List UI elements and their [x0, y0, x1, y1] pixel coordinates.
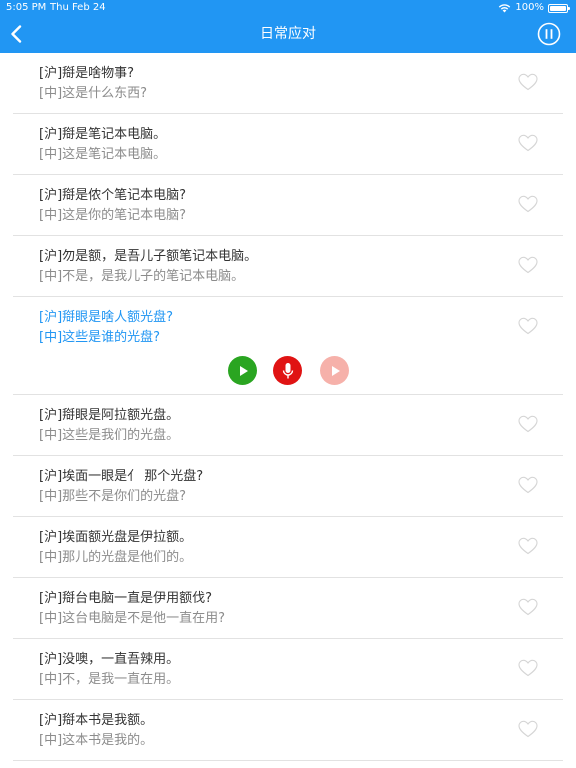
- shanghainese-text: [沪]埃面额光盘是伊拉额。: [39, 530, 193, 545]
- phrase-list: [沪]搿是啥物事? [中]这是什么东西? [沪]搿是笔记本电脑。 [中]这是笔记…: [0, 53, 576, 761]
- microphone-icon: [282, 362, 293, 378]
- wifi-icon: [499, 4, 511, 13]
- heart-icon[interactable]: [518, 73, 538, 91]
- pause-icon[interactable]: [537, 22, 561, 46]
- phrase-row[interactable]: [沪]勿是额，是吾儿子额笔记本电脑。 [中]不是，是我儿子的笔记本电脑。: [13, 236, 563, 297]
- heart-icon[interactable]: [518, 659, 538, 677]
- status-date: Thu Feb 24: [50, 2, 106, 13]
- battery-icon: [548, 3, 570, 13]
- play-icon: [331, 365, 340, 376]
- phrase-row[interactable]: [沪]没噢，一直吾辣用。 [中]不，是我一直在用。: [13, 639, 563, 700]
- play-button[interactable]: [228, 356, 257, 385]
- heart-icon[interactable]: [518, 537, 538, 555]
- shanghainese-text: [沪]搿是侬个笔记本电脑?: [39, 188, 187, 203]
- shanghainese-text: [沪]搿眼是阿拉额光盘。: [39, 408, 180, 423]
- heart-icon[interactable]: [518, 134, 538, 152]
- record-button[interactable]: [273, 356, 302, 385]
- phrase-row[interactable]: [沪]搿本书是我额。 [中]这本书是我的。: [13, 700, 563, 761]
- battery-percent: 100%: [515, 2, 544, 13]
- phrase-row[interactable]: [沪]搿是侬个笔记本电脑? [中]这是你的笔记本电脑?: [13, 175, 563, 236]
- shanghainese-text: [沪]勿是额，是吾儿子额笔记本电脑。: [39, 249, 258, 264]
- shanghainese-text: [沪]搿本书是我额。: [39, 713, 154, 728]
- mandarin-text: [中]那儿的光盘是他们的。: [39, 550, 193, 565]
- phrase-row[interactable]: [沪]搿是啥物事? [中]这是什么东西?: [13, 53, 563, 114]
- phrase-row-selected[interactable]: [沪]搿眼是啥人额光盘? [中]这些是谁的光盘?: [13, 297, 563, 395]
- heart-icon[interactable]: [518, 195, 538, 213]
- heart-icon[interactable]: [518, 598, 538, 616]
- phrase-row[interactable]: [沪]埃面额光盘是伊拉额。 [中]那儿的光盘是他们的。: [13, 517, 563, 578]
- heart-icon[interactable]: [518, 256, 538, 274]
- mandarin-text: [中]那些不是你们的光盘?: [39, 489, 187, 504]
- phrase-row[interactable]: [沪]搿台电脑一直是伊用额伐? [中]这台电脑是不是他一直在用?: [13, 578, 563, 639]
- shanghainese-text: [沪]搿台电脑一直是伊用额伐?: [39, 591, 213, 606]
- playback-recording-button[interactable]: [320, 356, 349, 385]
- page-title: 日常应对: [260, 26, 316, 42]
- phrase-row[interactable]: [沪]搿眼是阿拉额光盘。 [中]这些是我们的光盘。: [13, 395, 563, 456]
- mandarin-text: [中]这些是谁的光盘?: [39, 330, 161, 345]
- shanghainese-text: [沪]没噢，一直吾辣用。: [39, 652, 180, 667]
- mandarin-text: [中]不是，是我儿子的笔记本电脑。: [39, 269, 245, 284]
- shanghainese-text: [沪]埃面一眼是亻 那个光盘?: [39, 469, 204, 484]
- status-indicators: 100%: [498, 0, 570, 16]
- heart-icon[interactable]: [518, 476, 538, 494]
- playback-controls: [228, 356, 349, 386]
- mandarin-text: [中]这本书是我的。: [39, 733, 154, 748]
- phrase-row[interactable]: [沪]搿是笔记本电脑。 [中]这是笔记本电脑。: [13, 114, 563, 175]
- mandarin-text: [中]这些是我们的光盘。: [39, 428, 180, 443]
- phrase-row[interactable]: [沪]埃面一眼是亻 那个光盘? [中]那些不是你们的光盘?: [13, 456, 563, 517]
- heart-icon[interactable]: [518, 415, 538, 433]
- mandarin-text: [中]这是笔记本电脑。: [39, 147, 167, 162]
- mandarin-text: [中]这是你的笔记本电脑?: [39, 208, 187, 223]
- app-header: 5:05 PM Thu Feb 24 100% 日常应对: [0, 0, 576, 53]
- status-bar: 5:05 PM Thu Feb 24 100%: [0, 0, 576, 16]
- shanghainese-text: [沪]搿是笔记本电脑。: [39, 127, 167, 142]
- mandarin-text: [中]这是什么东西?: [39, 86, 148, 101]
- status-time: 5:05 PM: [6, 2, 47, 13]
- shanghainese-text: [沪]搿是啥物事?: [39, 66, 135, 81]
- heart-icon[interactable]: [518, 720, 538, 738]
- mandarin-text: [中]这台电脑是不是他一直在用?: [39, 611, 226, 626]
- shanghainese-text: [沪]搿眼是啥人额光盘?: [39, 310, 174, 325]
- mandarin-text: [中]不，是我一直在用。: [39, 672, 180, 687]
- play-icon: [239, 365, 248, 376]
- heart-icon[interactable]: [518, 317, 538, 335]
